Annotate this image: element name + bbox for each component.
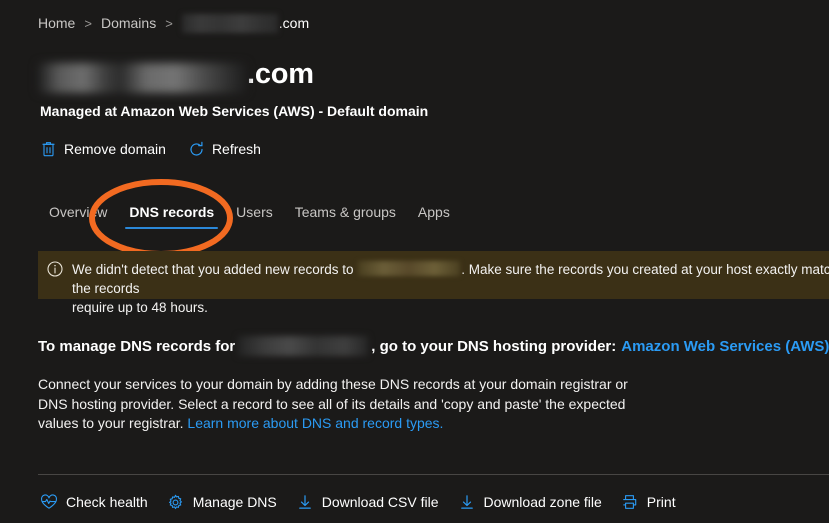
info-icon <box>38 260 72 277</box>
refresh-label: Refresh <box>211 141 261 157</box>
refresh-button[interactable]: Refresh <box>186 139 263 160</box>
redacted-domain-block <box>238 336 369 356</box>
tab-apps[interactable]: Apps <box>407 198 461 226</box>
print-button[interactable]: Print <box>621 493 676 511</box>
printer-icon <box>621 493 639 511</box>
redacted-domain-block <box>181 13 278 33</box>
download-zone-file-button[interactable]: Download zone file <box>458 493 602 511</box>
manage-dns-label: Manage DNS <box>192 494 277 510</box>
download-zone-file-label: Download zone file <box>483 494 602 510</box>
tab-teams-groups[interactable]: Teams & groups <box>284 198 407 226</box>
check-health-button[interactable]: Check health <box>40 493 148 511</box>
breadcrumb-item-domains[interactable]: Domains <box>101 15 156 31</box>
manage-text-middle: , go to your DNS hosting provider: <box>371 337 617 355</box>
page-title: .com <box>38 58 314 98</box>
breadcrumb-item-current: .com <box>181 13 310 33</box>
manage-text-before: To manage DNS records for <box>38 337 236 355</box>
description-paragraph: Connect your services to your domain by … <box>38 375 638 434</box>
redacted-domain-block <box>358 261 461 276</box>
domain-details-page: Home > Domains > .com .com Managed at Am… <box>0 0 829 523</box>
page-subtitle: Managed at Amazon Web Services (AWS) - D… <box>40 103 429 119</box>
tab-list: Overview DNS records Users Teams & group… <box>38 198 461 232</box>
manage-dns-line: To manage DNS records for , go to your D… <box>38 336 829 356</box>
command-bar: Remove domain Refresh <box>38 136 263 162</box>
banner-text-before: We didn't detect that you added new reco… <box>72 262 354 277</box>
info-banner: We didn't detect that you added new reco… <box>38 251 829 315</box>
dns-provider-link[interactable]: Amazon Web Services (AWS). <box>621 338 829 355</box>
divider <box>38 474 829 475</box>
refresh-icon <box>188 141 205 158</box>
check-health-label: Check health <box>66 494 148 510</box>
info-banner-text: We didn't detect that you added new reco… <box>72 260 829 317</box>
download-icon <box>458 493 476 511</box>
banner-text-line2: require up to 48 hours. <box>72 300 208 315</box>
download-csv-label: Download CSV file <box>321 494 439 510</box>
page-title-suffix: .com <box>247 58 314 90</box>
manage-dns-button[interactable]: Manage DNS <box>167 493 277 511</box>
gear-icon <box>167 493 185 511</box>
redacted-domain-block <box>38 63 246 93</box>
heart-pulse-icon <box>40 493 58 511</box>
remove-domain-button[interactable]: Remove domain <box>38 139 168 160</box>
learn-more-link[interactable]: Learn more about DNS and record types. <box>187 415 443 431</box>
remove-domain-label: Remove domain <box>64 141 166 157</box>
tab-users[interactable]: Users <box>225 198 284 226</box>
breadcrumb-current-suffix: .com <box>278 15 310 31</box>
breadcrumb: Home > Domains > .com <box>38 11 309 35</box>
tab-dns-records[interactable]: DNS records <box>118 198 225 229</box>
breadcrumb-item-home[interactable]: Home <box>38 15 75 31</box>
print-label: Print <box>646 494 676 510</box>
trash-icon <box>40 141 57 158</box>
breadcrumb-separator-icon: > <box>165 15 173 31</box>
bottom-command-bar: Check health Manage DNS Download CSV fil… <box>40 488 676 516</box>
download-csv-button[interactable]: Download CSV file <box>296 493 439 511</box>
breadcrumb-separator-icon: > <box>84 15 92 31</box>
tab-overview[interactable]: Overview <box>38 198 118 226</box>
download-icon <box>296 493 314 511</box>
